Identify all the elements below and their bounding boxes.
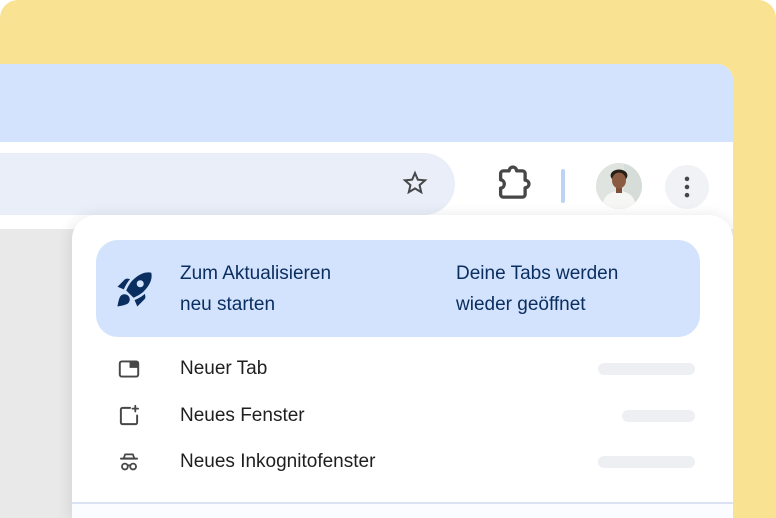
new-tab-icon <box>118 360 140 378</box>
menu-item-new-window[interactable]: Neues Fenster <box>72 393 733 439</box>
menu-item-label: Neues Fenster <box>180 405 305 426</box>
toolbar-divider <box>561 169 565 203</box>
menu-next-section <box>72 504 733 518</box>
profile-avatar[interactable] <box>596 163 642 209</box>
banner-action-line1: Zum Aktualisieren <box>180 262 332 284</box>
menu-item-label: Neues Inkognitofenster <box>180 451 376 472</box>
menu-item-new-tab[interactable]: Neuer Tab <box>72 346 733 392</box>
menu-item-label: Neuer Tab <box>180 358 268 379</box>
avatar-photo <box>596 163 642 209</box>
shortcut-placeholder <box>598 456 695 468</box>
banner-action-text: Zum Aktualisieren neu starten <box>180 258 456 320</box>
new-window-icon <box>119 404 140 426</box>
shortcut-placeholder <box>622 410 695 422</box>
extensions-button[interactable] <box>491 163 533 205</box>
bookmark-star-icon <box>402 170 428 194</box>
restart-to-update-banner[interactable]: Zum Aktualisieren neu starten Deine Tabs… <box>96 240 700 337</box>
address-bar[interactable] <box>0 153 455 215</box>
incognito-icon <box>120 453 138 471</box>
shortcut-placeholder <box>598 363 695 375</box>
menu-item-new-incognito-window[interactable]: Neues Inkognitofenster <box>72 439 733 485</box>
more-menu-button[interactable] <box>665 165 709 209</box>
browser-menu-panel: Zum Aktualisieren neu starten Deine Tabs… <box>72 215 733 518</box>
bookmark-star-button[interactable] <box>398 167 432 201</box>
screenshot-stage: Zum Aktualisieren neu starten Deine Tabs… <box>0 0 776 518</box>
banner-info-line1: Deine Tabs werden <box>456 262 619 284</box>
extensions-puzzle-icon <box>498 165 531 199</box>
banner-action-line2: neu starten <box>180 293 276 315</box>
rocket-launch-icon <box>117 271 152 306</box>
window-titlebar <box>0 64 733 182</box>
banner-info-line2: wieder geöffnet <box>456 293 586 315</box>
browser-window: Zum Aktualisieren neu starten Deine Tabs… <box>0 64 733 518</box>
three-dot-icon <box>684 176 690 198</box>
banner-info-text: Deine Tabs werden wieder geöffnet <box>456 258 618 320</box>
